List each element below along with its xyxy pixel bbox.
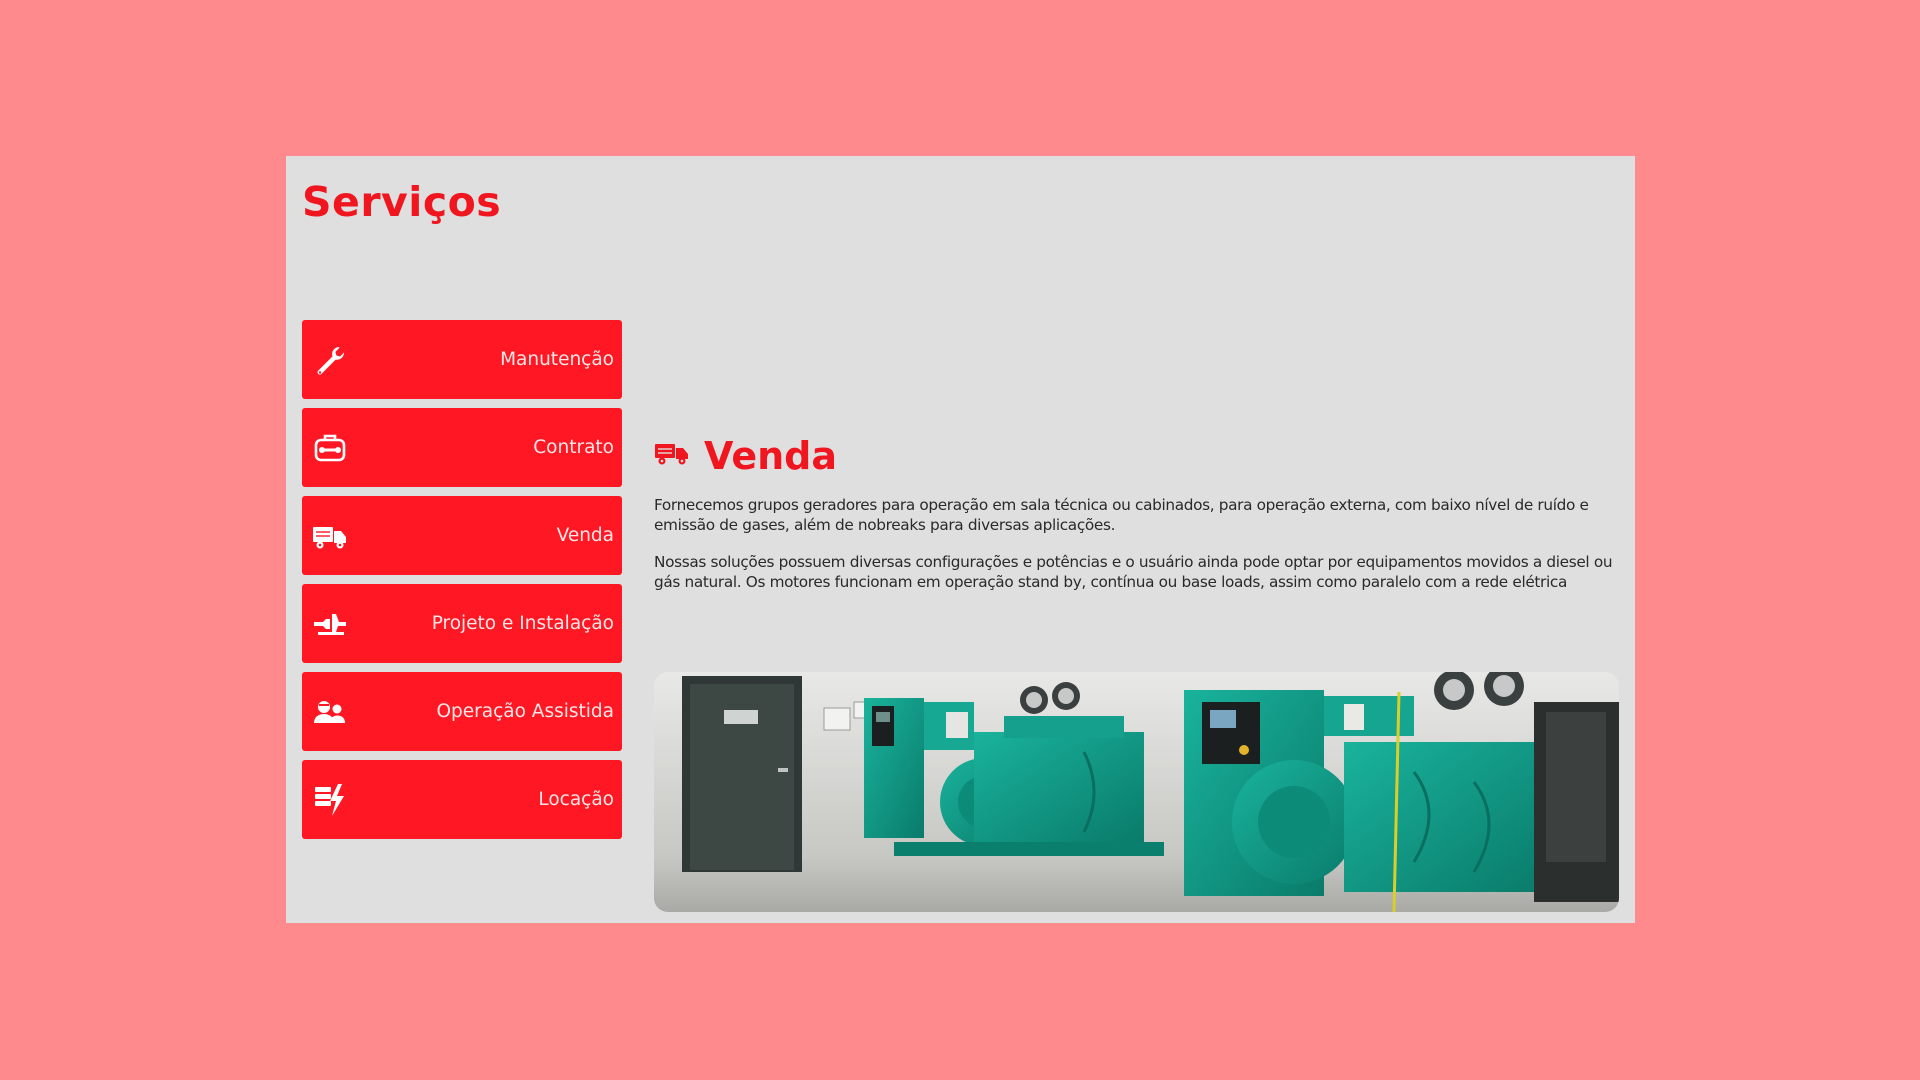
description-paragraph: Fornecemos grupos geradores para operaçã… [654, 496, 1589, 534]
menu-item-contrato[interactable]: Contrato [302, 408, 622, 487]
menu-item-label: Venda [556, 525, 614, 546]
truck-icon [310, 518, 350, 554]
menu-item-label: Operação Assistida [436, 701, 614, 722]
wrench-icon [310, 342, 350, 378]
generator-photo [654, 672, 1619, 912]
page-title: Serviços [302, 178, 502, 226]
section-heading: Venda [654, 434, 1616, 478]
menu-item-venda[interactable]: Venda [302, 496, 622, 575]
service-detail: Venda Fornecemos grupos geradores para o… [654, 434, 1616, 592]
menu-item-locacao[interactable]: Locação [302, 760, 622, 839]
menu-item-label: Manutenção [500, 349, 614, 370]
menu-item-projeto-instalacao[interactable]: Projeto e Instalação [302, 584, 622, 663]
truck-icon [654, 439, 690, 474]
installation-icon [310, 606, 350, 642]
menu-item-label: Locação [538, 789, 614, 810]
operators-icon [310, 694, 350, 730]
menu-item-manutencao[interactable]: Manutenção [302, 320, 622, 399]
menu-item-label: Contrato [533, 437, 614, 458]
section-title: Venda [704, 434, 837, 478]
toolbox-icon [310, 430, 350, 466]
menu-item-operacao-assistida[interactable]: Operação Assistida [302, 672, 622, 751]
services-panel: Serviços Manutenção Contrato Venda Proje… [286, 156, 1635, 923]
menu-item-label: Projeto e Instalação [431, 613, 614, 634]
description-paragraph: Nossas soluções possuem diversas configu… [654, 553, 1613, 591]
power-rental-icon [310, 782, 350, 818]
services-menu: Manutenção Contrato Venda Projeto e Inst… [302, 320, 622, 848]
